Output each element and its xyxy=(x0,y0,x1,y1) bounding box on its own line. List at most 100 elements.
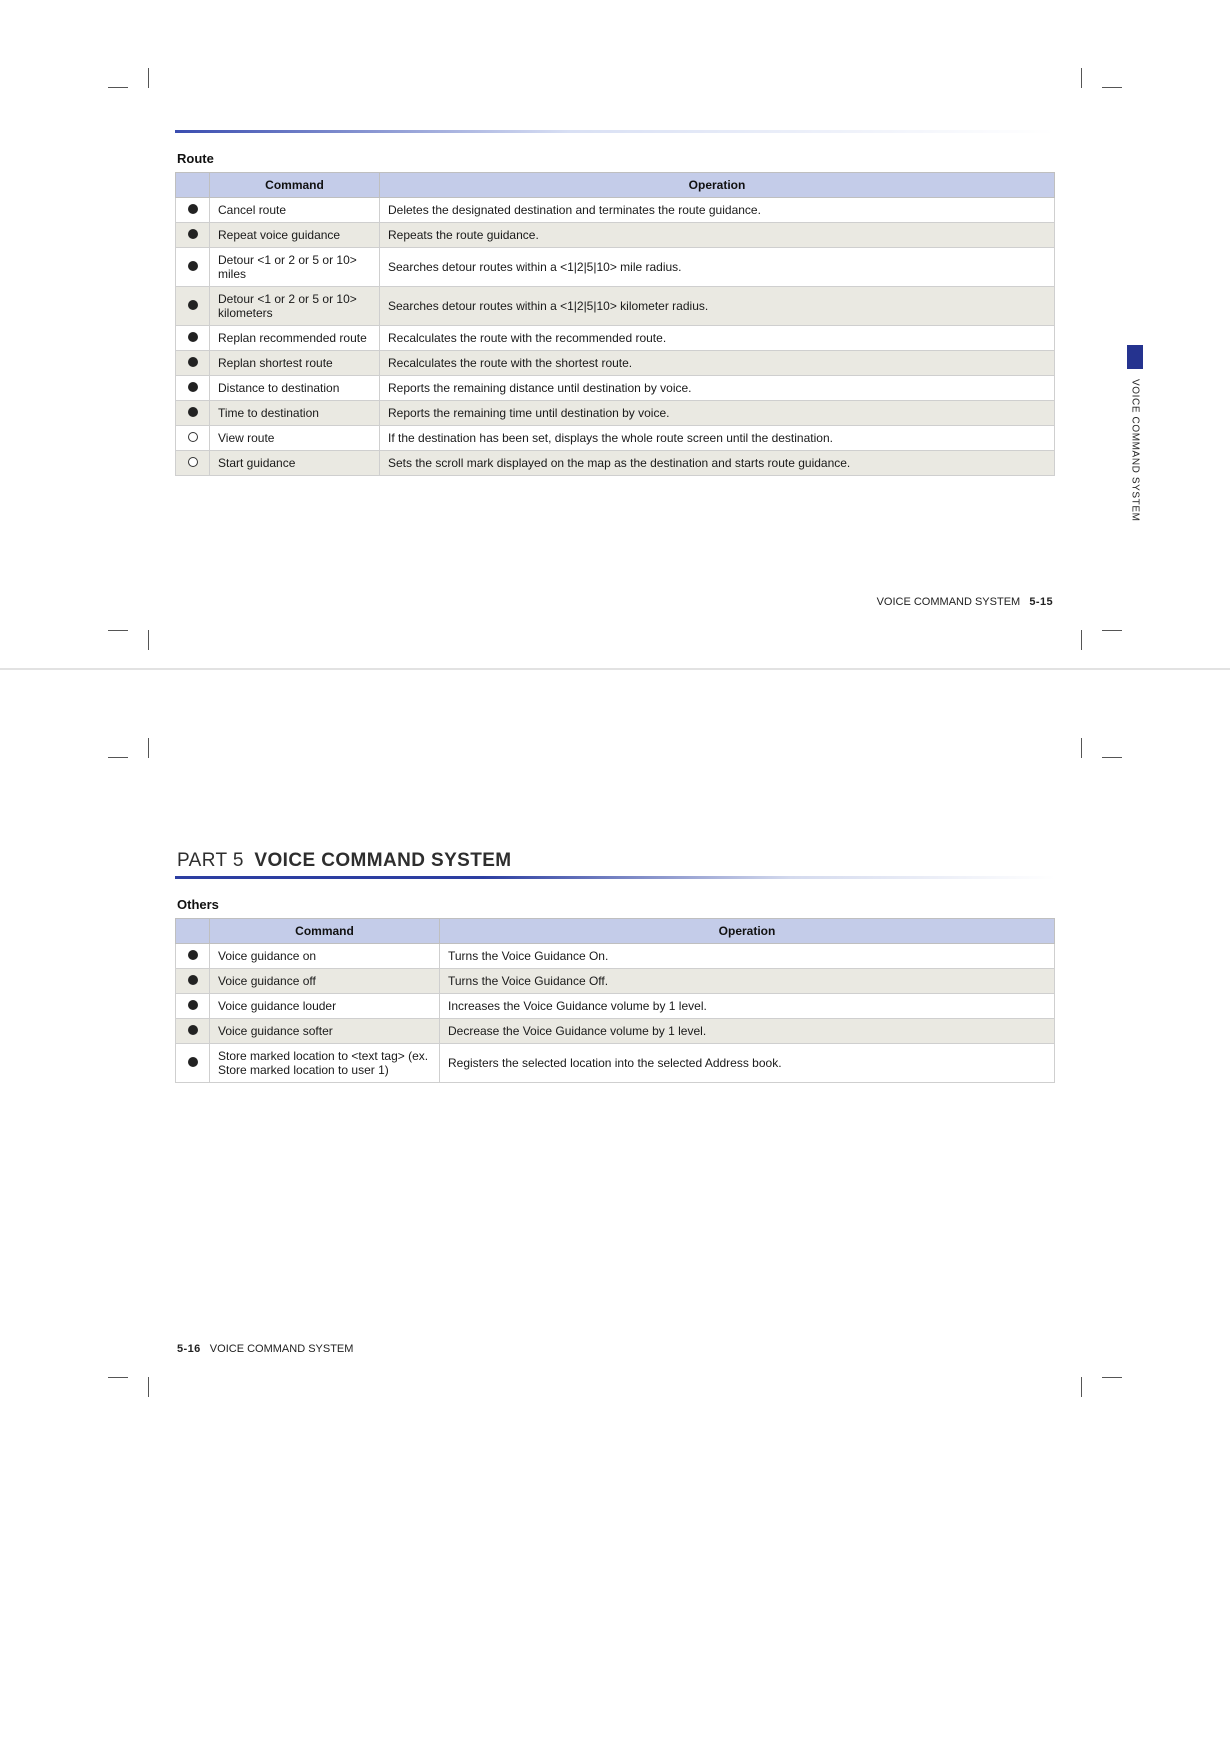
section-title-others: Others xyxy=(177,897,1055,912)
row-command: View route xyxy=(210,426,380,451)
circle-filled-icon xyxy=(188,300,198,310)
crop-mark xyxy=(148,1377,149,1397)
circle-filled-icon xyxy=(188,204,198,214)
circle-filled-icon xyxy=(188,261,198,271)
section-title-route: Route xyxy=(177,151,1055,166)
circle-hollow-icon xyxy=(188,457,198,467)
row-operation: Sets the scroll mark displayed on the ma… xyxy=(380,451,1055,476)
table-row: View routeIf the destination has been se… xyxy=(176,426,1055,451)
row-operation: Reports the remaining distance until des… xyxy=(380,376,1055,401)
row-bullet xyxy=(176,944,210,969)
crop-mark xyxy=(1081,738,1082,758)
row-operation: Reports the remaining time until destina… xyxy=(380,401,1055,426)
table-row: Start guidanceSets the scroll mark displ… xyxy=(176,451,1055,476)
row-command: Store marked location to <text tag> (ex.… xyxy=(210,1044,440,1083)
row-command: Detour <1 or 2 or 5 or 10> miles xyxy=(210,248,380,287)
section-side-tab: VOICE COMMAND SYSTEM xyxy=(1126,345,1144,522)
circle-filled-icon xyxy=(188,975,198,985)
table-row: Voice guidance onTurns the Voice Guidanc… xyxy=(176,944,1055,969)
circle-filled-icon xyxy=(188,1057,198,1067)
row-operation: Recalculates the route with the shortest… xyxy=(380,351,1055,376)
row-bullet xyxy=(176,248,210,287)
circle-filled-icon xyxy=(188,382,198,392)
route-command-table: Command Operation Cancel routeDeletes th… xyxy=(175,172,1055,476)
page-5-16: PART 5 VOICE COMMAND SYSTEM Others Comma… xyxy=(0,670,1230,1415)
row-operation: Increases the Voice Guidance volume by 1… xyxy=(440,994,1055,1019)
row-operation: Decrease the Voice Guidance volume by 1 … xyxy=(440,1019,1055,1044)
row-command: Replan shortest route xyxy=(210,351,380,376)
row-bullet xyxy=(176,969,210,994)
part-number: PART 5 xyxy=(177,850,244,871)
page-5-15: Route Command Operation Cancel routeDele… xyxy=(0,0,1230,668)
side-tab-label: VOICE COMMAND SYSTEM xyxy=(1130,379,1141,522)
header-rule xyxy=(175,130,1055,133)
circle-filled-icon xyxy=(188,1000,198,1010)
crop-mark xyxy=(1102,87,1122,88)
table-row: Detour <1 or 2 or 5 or 10> kilometersSea… xyxy=(176,287,1055,326)
row-command: Replan recommended route xyxy=(210,326,380,351)
row-command: Start guidance xyxy=(210,451,380,476)
crop-mark xyxy=(1102,1377,1122,1378)
circle-hollow-icon xyxy=(188,432,198,442)
part-header: PART 5 VOICE COMMAND SYSTEM xyxy=(175,850,1055,879)
circle-filled-icon xyxy=(188,229,198,239)
row-bullet xyxy=(176,1019,210,1044)
crop-mark xyxy=(148,738,149,758)
row-command: Detour <1 or 2 or 5 or 10> kilometers xyxy=(210,287,380,326)
row-command: Voice guidance softer xyxy=(210,1019,440,1044)
crop-mark xyxy=(1081,1377,1082,1397)
table-row: Replan shortest routeRecalculates the ro… xyxy=(176,351,1055,376)
row-command: Repeat voice guidance xyxy=(210,223,380,248)
row-command: Distance to destination xyxy=(210,376,380,401)
row-bullet xyxy=(176,376,210,401)
row-operation: Turns the Voice Guidance On. xyxy=(440,944,1055,969)
footer-page-number: 5-15 xyxy=(1029,596,1053,608)
row-bullet xyxy=(176,198,210,223)
part-title: VOICE COMMAND SYSTEM xyxy=(254,850,511,871)
th-operation: Operation xyxy=(380,173,1055,198)
row-bullet xyxy=(176,994,210,1019)
crop-mark xyxy=(1102,757,1122,758)
footer-section-label: VOICE COMMAND SYSTEM xyxy=(210,1343,354,1355)
row-operation: Searches detour routes within a <1|2|5|1… xyxy=(380,287,1055,326)
table-row: Replan recommended routeRecalculates the… xyxy=(176,326,1055,351)
row-bullet xyxy=(176,287,210,326)
crop-mark xyxy=(148,630,149,650)
row-command: Voice guidance louder xyxy=(210,994,440,1019)
row-operation: Repeats the route guidance. xyxy=(380,223,1055,248)
th-bullet xyxy=(176,919,210,944)
footer-page-number: 5-16 xyxy=(177,1343,201,1355)
others-command-table: Command Operation Voice guidance onTurns… xyxy=(175,918,1055,1083)
table-row: Store marked location to <text tag> (ex.… xyxy=(176,1044,1055,1083)
row-bullet xyxy=(176,326,210,351)
row-bullet xyxy=(176,401,210,426)
circle-filled-icon xyxy=(188,357,198,367)
circle-filled-icon xyxy=(188,407,198,417)
row-operation: Registers the selected location into the… xyxy=(440,1044,1055,1083)
row-bullet xyxy=(176,223,210,248)
row-command: Time to destination xyxy=(210,401,380,426)
row-command: Voice guidance on xyxy=(210,944,440,969)
crop-mark xyxy=(108,87,128,88)
row-bullet xyxy=(176,426,210,451)
crop-mark xyxy=(148,68,149,88)
part-rule xyxy=(175,876,1055,879)
crop-mark xyxy=(1081,630,1082,650)
side-tab-marker xyxy=(1127,345,1143,369)
row-bullet xyxy=(176,351,210,376)
row-operation: Searches detour routes within a <1|2|5|1… xyxy=(380,248,1055,287)
circle-filled-icon xyxy=(188,950,198,960)
table-row: Voice guidance louderIncreases the Voice… xyxy=(176,994,1055,1019)
table-row: Cancel routeDeletes the designated desti… xyxy=(176,198,1055,223)
crop-mark xyxy=(108,630,128,631)
table-row: Voice guidance offTurns the Voice Guidan… xyxy=(176,969,1055,994)
crop-mark xyxy=(108,757,128,758)
th-bullet xyxy=(176,173,210,198)
circle-filled-icon xyxy=(188,1025,198,1035)
th-command: Command xyxy=(210,919,440,944)
crop-mark xyxy=(1081,68,1082,88)
page-footer: VOICE COMMAND SYSTEM 5-15 xyxy=(175,596,1055,608)
footer-section-label: VOICE COMMAND SYSTEM xyxy=(877,596,1021,608)
row-operation: Recalculates the route with the recommen… xyxy=(380,326,1055,351)
crop-mark xyxy=(108,1377,128,1378)
